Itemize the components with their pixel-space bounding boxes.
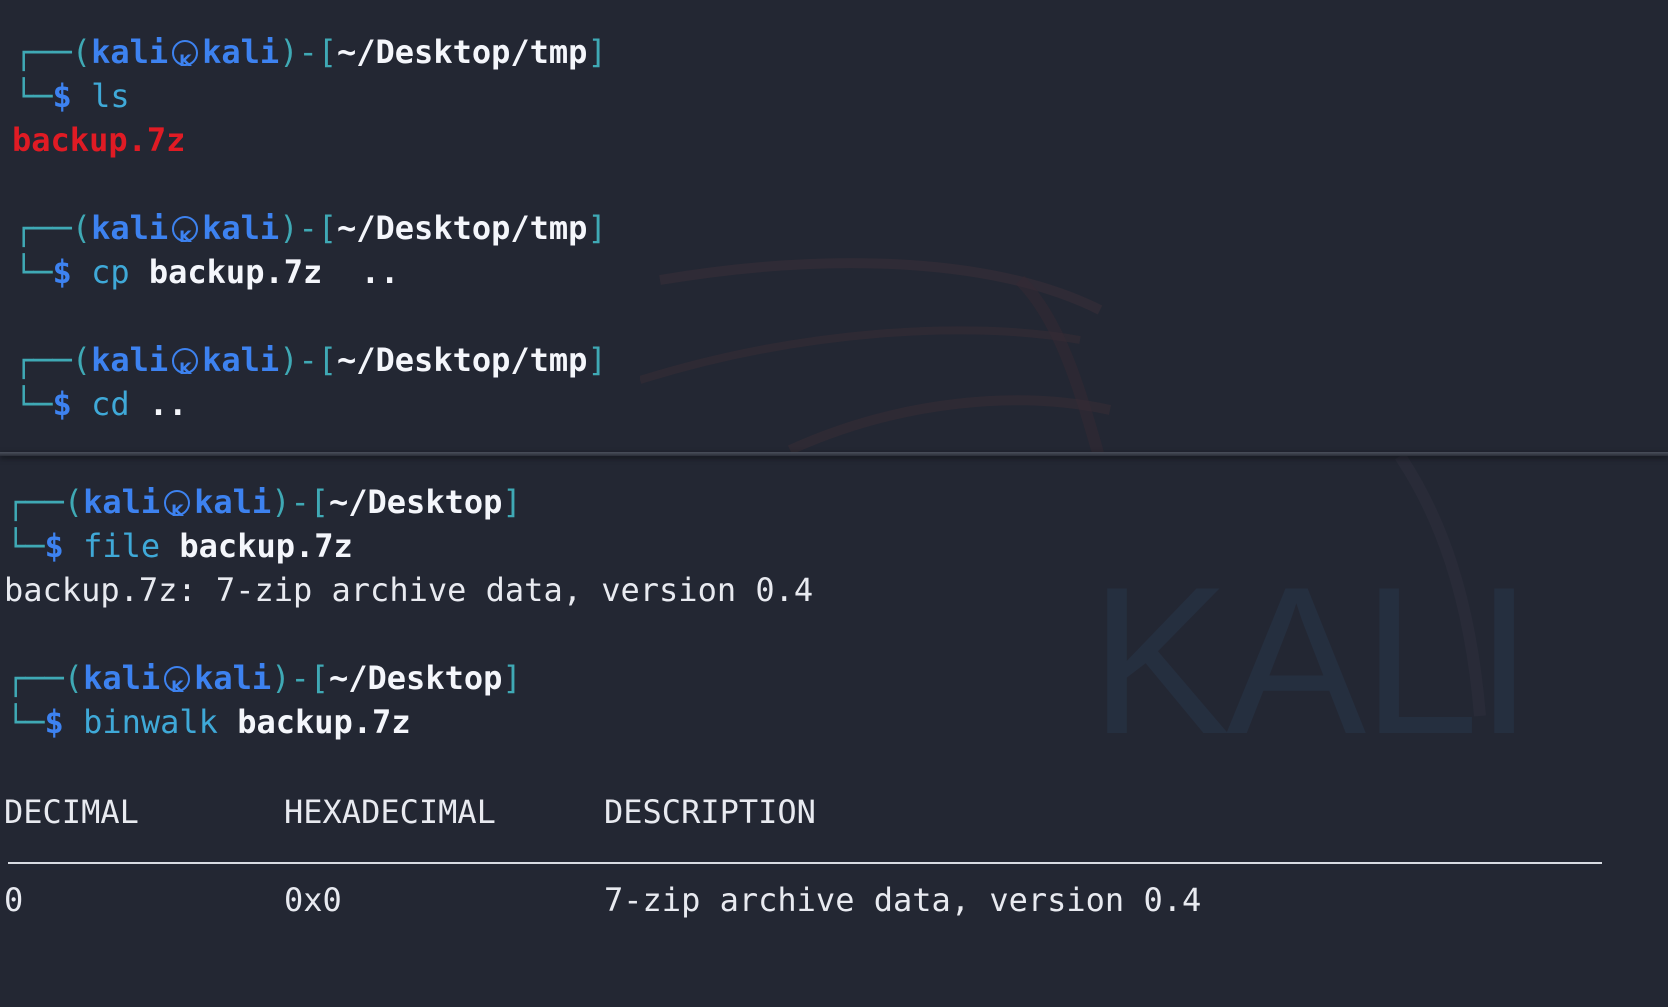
command-arg: .. [148, 385, 188, 423]
prompt-line: ┌──(kalikali)-[~/Desktop] [6, 656, 522, 709]
command-arg: backup.7z [148, 253, 323, 291]
prompt-path: ~/Desktop/tmp [336, 209, 588, 247]
table-header-decimal: DECIMAL [4, 793, 139, 831]
prompt-line: ┌──(kalikali)-[~/Desktop/tmp] [14, 206, 607, 259]
terminal-pane-top[interactable]: ┌──(kalikali)-[~/Desktop/tmp] └─$ ls bac… [0, 0, 1668, 452]
kali-skull-icon [172, 347, 199, 391]
file-listing: backup.7z [12, 121, 186, 159]
kali-skull-icon [164, 489, 191, 533]
table-cell-description: 7-zip archive data, version 0.4 [604, 881, 1202, 919]
kali-skull-icon [172, 215, 199, 259]
command-line: └─$ binwalk backup.7z [6, 703, 411, 741]
prompt-line: ┌──(kalikali)-[~/Desktop] [6, 480, 522, 533]
kali-watermark: KALI [1090, 543, 1533, 778]
pane-divider[interactable] [0, 452, 1668, 456]
kali-skull-icon [172, 39, 199, 83]
command-text: cd [91, 385, 130, 423]
prompt-path: ~/Desktop/tmp [336, 341, 588, 379]
command-line: └─$ cp backup.7z .. [14, 253, 400, 291]
table-separator [8, 862, 1602, 864]
table-header-description: DESCRIPTION [604, 793, 816, 831]
command-line: └─$ ls [14, 77, 130, 115]
command-arg: .. [360, 253, 400, 291]
command-arg: backup.7z [179, 527, 353, 565]
prompt-path: ~/Desktop [328, 659, 503, 697]
command-line: └─$ cd .. [14, 385, 188, 423]
table-header-hexadecimal: HEXADECIMAL [284, 793, 496, 831]
command-output: backup.7z: 7-zip archive data, version 0… [4, 571, 814, 609]
prompt-path: ~/Desktop/tmp [336, 33, 588, 71]
prompt-path: ~/Desktop [328, 483, 503, 521]
command-arg: backup.7z [237, 703, 411, 741]
kali-dragon-wallpaper [640, 258, 1112, 452]
prompt-line: ┌──(kalikali)-[~/Desktop/tmp] [14, 338, 607, 391]
output-line: backup.7z [12, 118, 185, 162]
command-line: └─$ file backup.7z [6, 527, 353, 565]
command-text: cp [91, 253, 130, 291]
table-cell-decimal: 0 [4, 881, 24, 919]
kali-skull-icon [164, 665, 191, 709]
output-line: backup.7z: 7-zip archive data, version 0… [4, 568, 813, 612]
prompt-line: ┌──(kalikali)-[~/Desktop/tmp] [14, 30, 607, 83]
kali-dragon-wallpaper [1395, 456, 1486, 717]
command-text: binwalk [83, 703, 218, 741]
command-text: ls [91, 77, 130, 115]
table-cell-hexadecimal: 0x0 [284, 881, 342, 919]
command-text: file [83, 527, 161, 565]
